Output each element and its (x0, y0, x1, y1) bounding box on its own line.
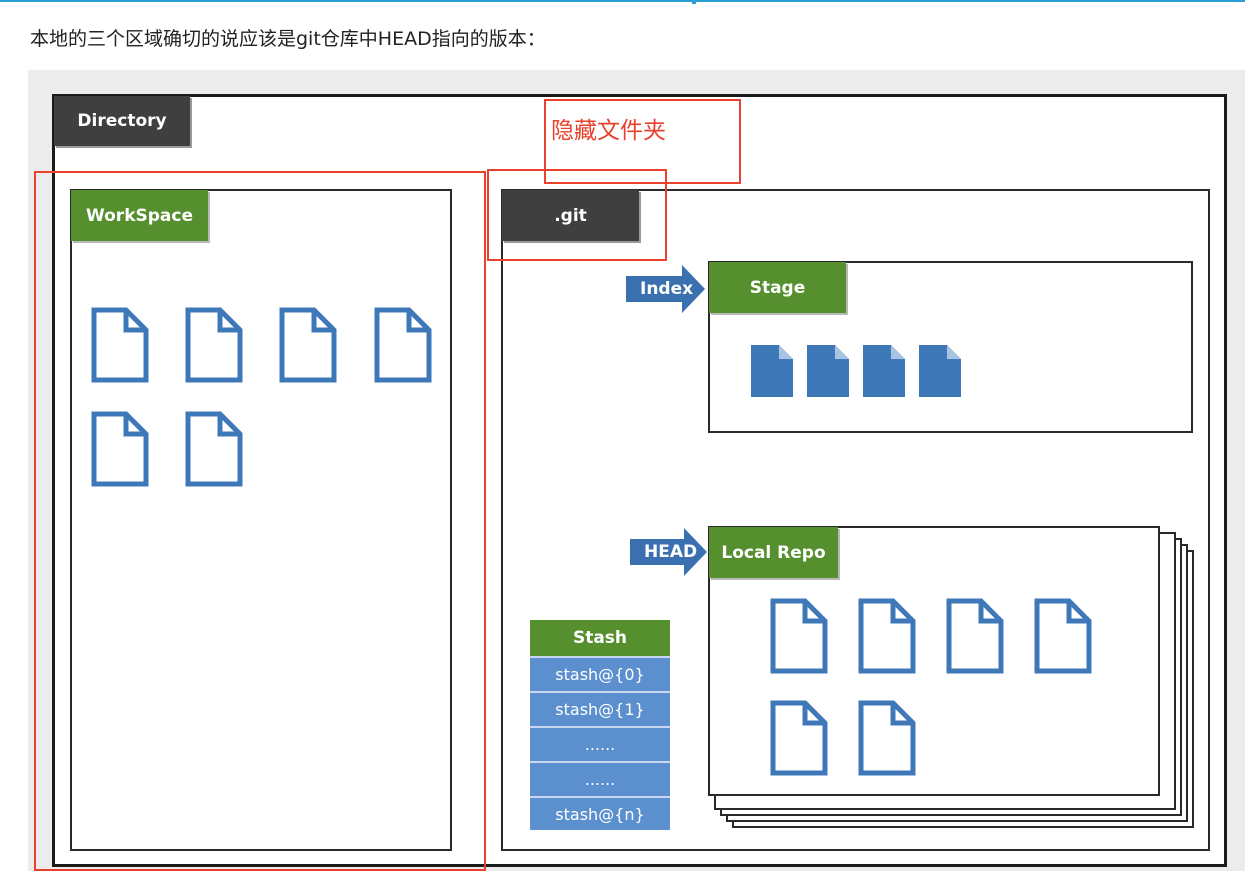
file-outline-icon (946, 598, 1004, 674)
file-filled-icon (807, 345, 849, 397)
head-pointer: HEAD (630, 528, 708, 576)
stash-list: Stash stash@{0} stash@{1} ...... ...... … (530, 620, 670, 830)
index-label: Index (640, 279, 694, 299)
file-outline-icon (858, 598, 916, 674)
file-filled-icon (919, 345, 961, 397)
file-filled-icon (863, 345, 905, 397)
hidden-folder-note: 隐藏文件夹 (551, 118, 666, 144)
stage-label: Stage (709, 262, 846, 313)
top-rule-marker (692, 0, 696, 4)
file-outline-icon (1034, 598, 1092, 674)
local-repo-label: Local Repo (709, 527, 838, 578)
stash-entry: ...... (530, 726, 670, 761)
stash-entry: stash@{0} (530, 656, 670, 691)
directory-label: Directory (54, 96, 190, 146)
stash-title: Stash (530, 620, 670, 656)
file-outline-icon (858, 700, 916, 776)
intro-text: 本地的三个区域确切的说应该是git仓库中HEAD指向的版本： (30, 28, 546, 50)
file-outline-icon (770, 598, 828, 674)
workspace-highlight (34, 171, 486, 871)
file-outline-icon (770, 700, 828, 776)
stash-entry: stash@{1} (530, 691, 670, 726)
stash-entry: ...... (530, 761, 670, 796)
index-pointer: Index (626, 265, 706, 313)
file-filled-icon (751, 345, 793, 397)
stash-entry: stash@{n} (530, 796, 670, 830)
head-label: HEAD (644, 542, 698, 562)
top-rule (0, 0, 1245, 2)
